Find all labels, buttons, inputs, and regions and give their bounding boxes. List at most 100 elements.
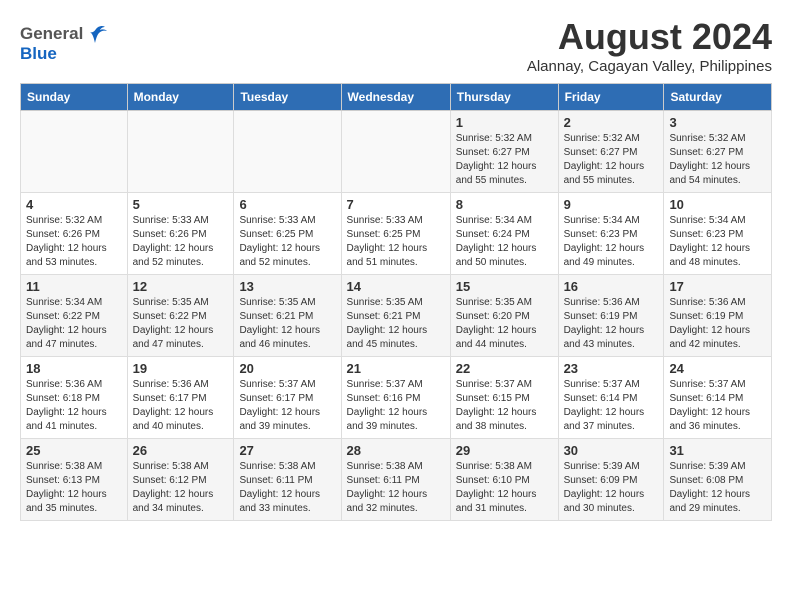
day-number: 3 xyxy=(669,115,766,130)
calendar-table: SundayMondayTuesdayWednesdayThursdayFrid… xyxy=(20,83,772,521)
day-info: Sunrise: 5:35 AM Sunset: 6:22 PM Dayligh… xyxy=(133,296,229,352)
calendar-cell: 12 Sunrise: 5:35 AM Sunset: 6:22 PM Dayli… xyxy=(127,275,234,357)
day-info: Sunrise: 5:38 AM Sunset: 6:13 PM Dayligh… xyxy=(26,460,122,516)
day-number: 11 xyxy=(26,279,122,294)
logo-bird-icon xyxy=(85,25,107,43)
day-info: Sunrise: 5:36 AM Sunset: 6:17 PM Dayligh… xyxy=(133,378,229,434)
day-number: 27 xyxy=(239,443,335,458)
day-number: 21 xyxy=(347,361,445,376)
day-number: 18 xyxy=(26,361,122,376)
calendar-cell: 15 Sunrise: 5:35 AM Sunset: 6:20 PM Dayli… xyxy=(450,275,558,357)
day-info: Sunrise: 5:33 AM Sunset: 6:25 PM Dayligh… xyxy=(347,214,445,270)
calendar-cell: 4Sunrise: 5:32 AM Sunset: 6:26 PM Daylig… xyxy=(21,193,128,275)
title-area: August 2024 Alannay, Cagayan Valley, Phi… xyxy=(527,16,772,75)
logo: General Blue xyxy=(20,24,107,64)
weekday-header-monday: Monday xyxy=(127,84,234,111)
month-year: August 2024 xyxy=(527,16,772,58)
calendar-cell: 21 Sunrise: 5:37 AM Sunset: 6:16 PM Dayli… xyxy=(341,357,450,439)
calendar-cell: 10Sunrise: 5:34 AM Sunset: 6:23 PM Dayli… xyxy=(664,193,772,275)
calendar-cell: 1Sunrise: 5:32 AM Sunset: 6:27 PM Daylig… xyxy=(450,111,558,193)
day-info: Sunrise: 5:35 AM Sunset: 6:21 PM Dayligh… xyxy=(239,296,335,352)
day-number: 5 xyxy=(133,197,229,212)
day-info: Sunrise: 5:35 AM Sunset: 6:21 PM Dayligh… xyxy=(347,296,445,352)
calendar-cell: 8 Sunrise: 5:34 AM Sunset: 6:24 PM Daylig… xyxy=(450,193,558,275)
weekday-header-friday: Friday xyxy=(558,84,664,111)
calendar-cell: 25 Sunrise: 5:38 AM Sunset: 6:13 PM Dayli… xyxy=(21,439,128,521)
day-info: Sunrise: 5:38 AM Sunset: 6:11 PM Dayligh… xyxy=(239,460,335,516)
weekday-header-thursday: Thursday xyxy=(450,84,558,111)
day-info: Sunrise: 5:38 AM Sunset: 6:12 PM Dayligh… xyxy=(133,460,229,516)
calendar-cell: 14 Sunrise: 5:35 AM Sunset: 6:21 PM Dayli… xyxy=(341,275,450,357)
calendar-cell: 20 Sunrise: 5:37 AM Sunset: 6:17 PM Dayli… xyxy=(234,357,341,439)
day-info: Sunrise: 5:35 AM Sunset: 6:20 PM Dayligh… xyxy=(456,296,553,352)
day-info: Sunrise: 5:34 AM Sunset: 6:24 PM Dayligh… xyxy=(456,214,553,270)
day-number: 31 xyxy=(669,443,766,458)
day-info: Sunrise: 5:34 AM Sunset: 6:23 PM Dayligh… xyxy=(564,214,659,270)
day-number: 25 xyxy=(26,443,122,458)
calendar-cell: 3 Sunrise: 5:32 AM Sunset: 6:27 PM Daylig… xyxy=(664,111,772,193)
day-number: 7 xyxy=(347,197,445,212)
day-info: Sunrise: 5:37 AM Sunset: 6:14 PM Dayligh… xyxy=(564,378,659,434)
logo-general: General xyxy=(20,24,83,44)
calendar-cell: 16 Sunrise: 5:36 AM Sunset: 6:19 PM Dayli… xyxy=(558,275,664,357)
day-number: 28 xyxy=(347,443,445,458)
day-number: 16 xyxy=(564,279,659,294)
day-info: Sunrise: 5:37 AM Sunset: 6:16 PM Dayligh… xyxy=(347,378,445,434)
calendar-cell: 7 Sunrise: 5:33 AM Sunset: 6:25 PM Daylig… xyxy=(341,193,450,275)
calendar-cell: 6 Sunrise: 5:33 AM Sunset: 6:25 PM Daylig… xyxy=(234,193,341,275)
calendar-cell: 5 Sunrise: 5:33 AM Sunset: 6:26 PM Daylig… xyxy=(127,193,234,275)
day-info: Sunrise: 5:36 AM Sunset: 6:19 PM Dayligh… xyxy=(564,296,659,352)
day-number: 24 xyxy=(669,361,766,376)
calendar-week-row: 11Sunrise: 5:34 AM Sunset: 6:22 PM Dayli… xyxy=(21,275,772,357)
calendar-cell: 23Sunrise: 5:37 AM Sunset: 6:14 PM Dayli… xyxy=(558,357,664,439)
day-info: Sunrise: 5:32 AM Sunset: 6:27 PM Dayligh… xyxy=(564,132,659,188)
day-info: Sunrise: 5:32 AM Sunset: 6:27 PM Dayligh… xyxy=(456,132,553,188)
day-info: Sunrise: 5:39 AM Sunset: 6:09 PM Dayligh… xyxy=(564,460,659,516)
day-info: Sunrise: 5:33 AM Sunset: 6:25 PM Dayligh… xyxy=(239,214,335,270)
calendar-cell: 26Sunrise: 5:38 AM Sunset: 6:12 PM Dayli… xyxy=(127,439,234,521)
day-number: 30 xyxy=(564,443,659,458)
day-info: Sunrise: 5:38 AM Sunset: 6:10 PM Dayligh… xyxy=(456,460,553,516)
calendar-cell: 31 Sunrise: 5:39 AM Sunset: 6:08 PM Dayli… xyxy=(664,439,772,521)
calendar-cell: 27 Sunrise: 5:38 AM Sunset: 6:11 PM Dayli… xyxy=(234,439,341,521)
weekday-header-wednesday: Wednesday xyxy=(341,84,450,111)
calendar-cell: 28 Sunrise: 5:38 AM Sunset: 6:11 PM Dayli… xyxy=(341,439,450,521)
calendar-cell xyxy=(341,111,450,193)
calendar-cell: 22Sunrise: 5:37 AM Sunset: 6:15 PM Dayli… xyxy=(450,357,558,439)
calendar-week-row: 1Sunrise: 5:32 AM Sunset: 6:27 PM Daylig… xyxy=(21,111,772,193)
calendar-week-row: 4Sunrise: 5:32 AM Sunset: 6:26 PM Daylig… xyxy=(21,193,772,275)
calendar-cell: 11Sunrise: 5:34 AM Sunset: 6:22 PM Dayli… xyxy=(21,275,128,357)
day-number: 12 xyxy=(133,279,229,294)
day-info: Sunrise: 5:37 AM Sunset: 6:14 PM Dayligh… xyxy=(669,378,766,434)
header: General Blue August 2024 Alannay, Cagaya… xyxy=(20,16,772,75)
calendar-cell: 29 Sunrise: 5:38 AM Sunset: 6:10 PM Dayli… xyxy=(450,439,558,521)
day-info: Sunrise: 5:37 AM Sunset: 6:17 PM Dayligh… xyxy=(239,378,335,434)
calendar-cell: 18Sunrise: 5:36 AM Sunset: 6:18 PM Dayli… xyxy=(21,357,128,439)
calendar-cell xyxy=(21,111,128,193)
location: Alannay, Cagayan Valley, Philippines xyxy=(527,58,772,75)
day-info: Sunrise: 5:33 AM Sunset: 6:26 PM Dayligh… xyxy=(133,214,229,270)
day-info: Sunrise: 5:34 AM Sunset: 6:23 PM Dayligh… xyxy=(669,214,766,270)
day-info: Sunrise: 5:39 AM Sunset: 6:08 PM Dayligh… xyxy=(669,460,766,516)
calendar-cell: 19 Sunrise: 5:36 AM Sunset: 6:17 PM Dayli… xyxy=(127,357,234,439)
weekday-header-sunday: Sunday xyxy=(21,84,128,111)
weekday-header-saturday: Saturday xyxy=(664,84,772,111)
calendar-cell: 17 Sunrise: 5:36 AM Sunset: 6:19 PM Dayli… xyxy=(664,275,772,357)
day-number: 17 xyxy=(669,279,766,294)
day-number: 2 xyxy=(564,115,659,130)
day-number: 8 xyxy=(456,197,553,212)
day-number: 6 xyxy=(239,197,335,212)
day-info: Sunrise: 5:32 AM Sunset: 6:26 PM Dayligh… xyxy=(26,214,122,270)
day-number: 29 xyxy=(456,443,553,458)
calendar-cell xyxy=(127,111,234,193)
day-info: Sunrise: 5:36 AM Sunset: 6:19 PM Dayligh… xyxy=(669,296,766,352)
calendar-cell: 2 Sunrise: 5:32 AM Sunset: 6:27 PM Daylig… xyxy=(558,111,664,193)
day-number: 14 xyxy=(347,279,445,294)
day-info: Sunrise: 5:32 AM Sunset: 6:27 PM Dayligh… xyxy=(669,132,766,188)
calendar-cell: 24 Sunrise: 5:37 AM Sunset: 6:14 PM Dayli… xyxy=(664,357,772,439)
day-number: 19 xyxy=(133,361,229,376)
day-number: 20 xyxy=(239,361,335,376)
day-info: Sunrise: 5:38 AM Sunset: 6:11 PM Dayligh… xyxy=(347,460,445,516)
calendar-cell: 13Sunrise: 5:35 AM Sunset: 6:21 PM Dayli… xyxy=(234,275,341,357)
day-number: 15 xyxy=(456,279,553,294)
